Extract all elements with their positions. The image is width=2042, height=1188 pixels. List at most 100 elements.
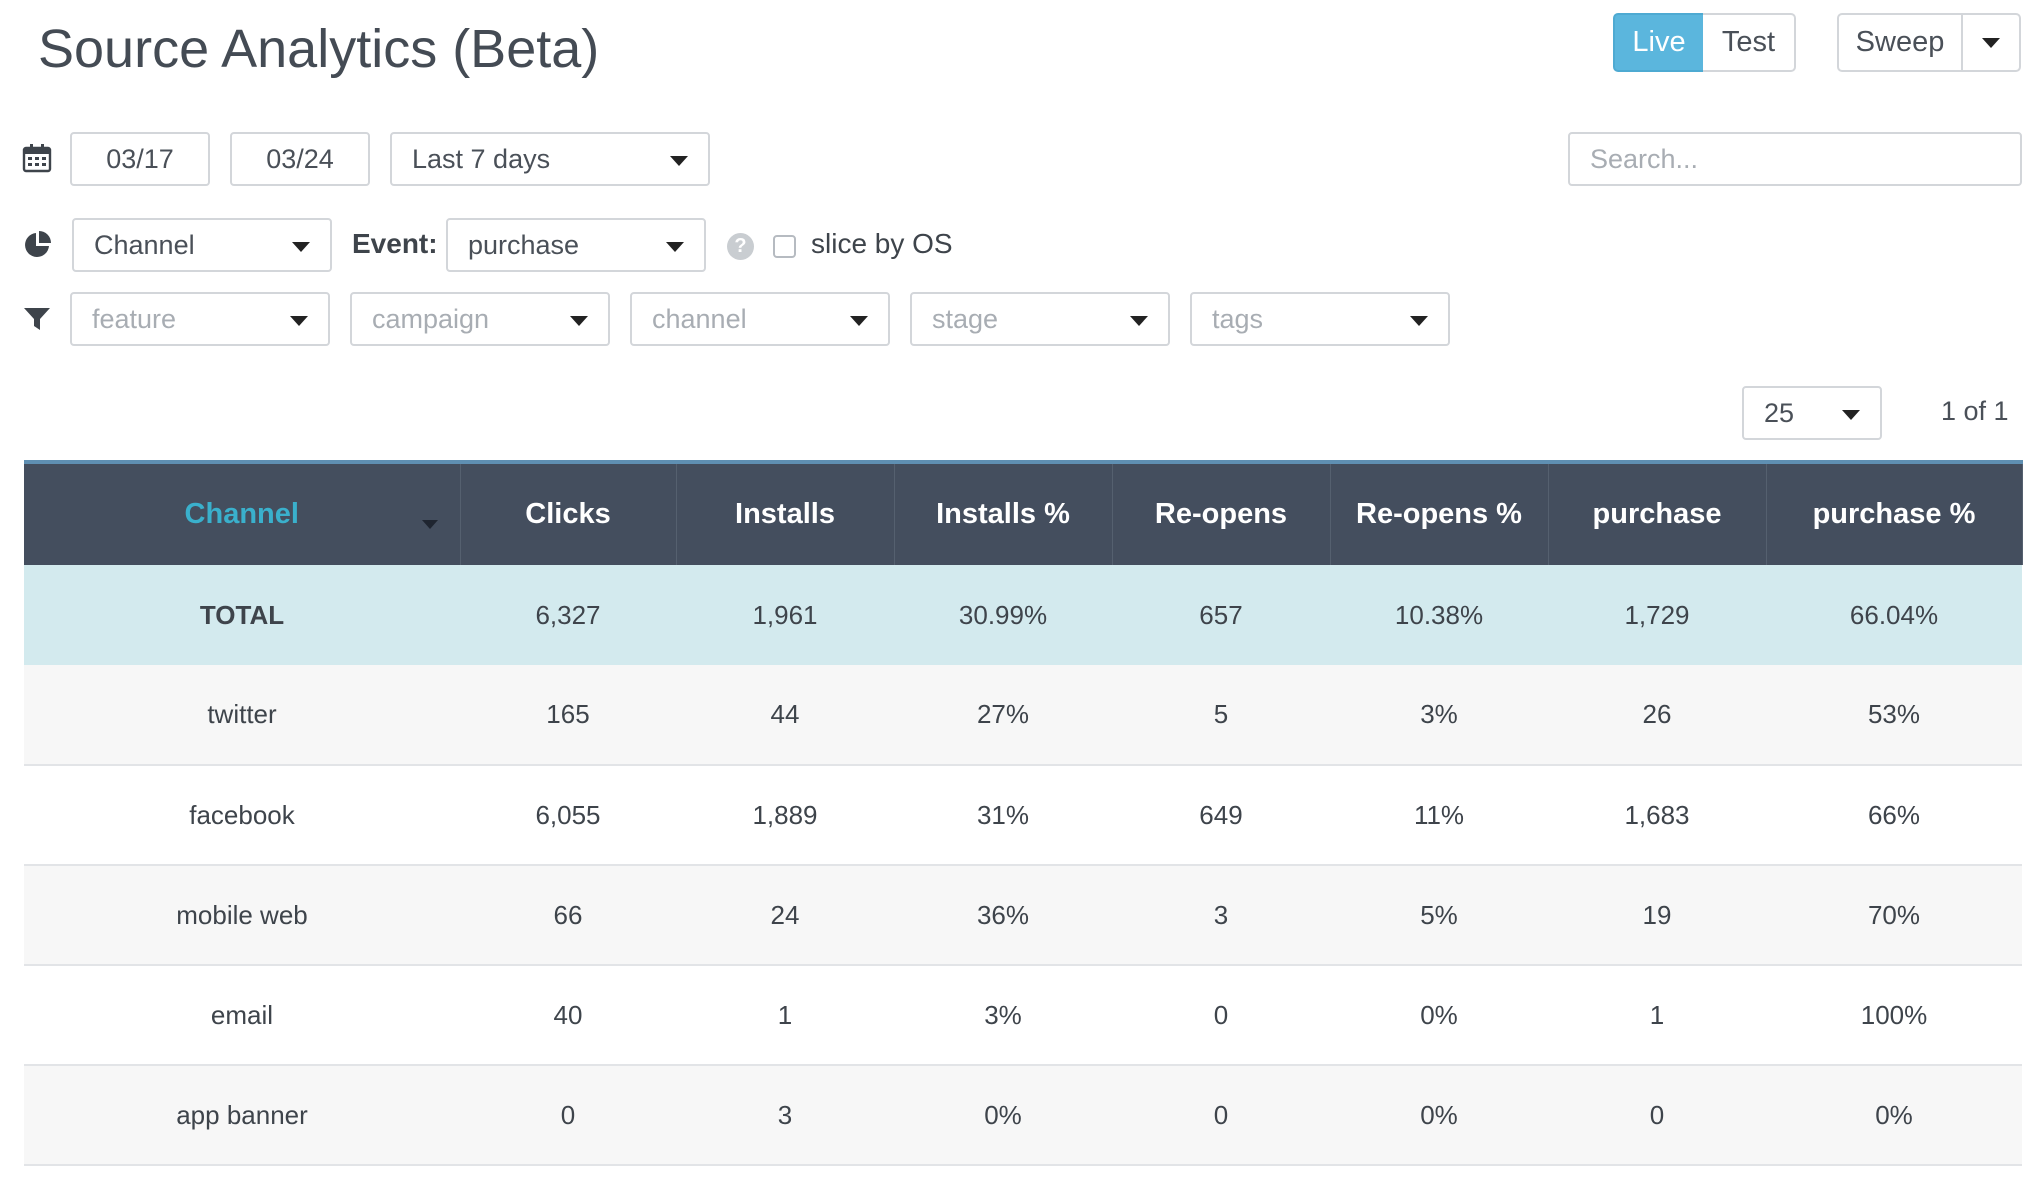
table-cell: email [24,965,460,1066]
stage-filter-placeholder: stage [932,303,999,334]
table-cell: 3 [1112,865,1330,966]
sweep-button[interactable]: Sweep [1837,13,1963,72]
table-cell: 3% [894,965,1112,1066]
table-cell: 1,683 [1548,765,1766,866]
table-cell: 649 [1112,765,1330,866]
sort-caret-icon[interactable] [421,520,438,529]
page-info: 1 of 1 [1941,396,2009,426]
slice-by-os-label[interactable]: slice by OS [811,228,953,260]
tags-filter-select[interactable]: tags [1190,292,1450,346]
test-mode-button[interactable]: Test [1703,13,1796,72]
table-cell: 66.04% [1849,599,1939,630]
event-label: Event: [352,228,438,259]
caret-down-icon [1842,410,1860,420]
table-cell: 70% [1766,865,2022,966]
feature-filter-select[interactable]: feature [70,292,330,346]
column-header-channel[interactable]: Channel [24,462,461,565]
table-cell: 5 [1112,665,1330,766]
column-header-installs[interactable]: Installs [676,462,895,565]
table-cell: 0 [1112,965,1330,1066]
table-cell: 0 [1548,1065,1766,1166]
column-header-purchase-pct[interactable]: purchase % [1766,462,2023,565]
table-cell: 0% [1766,1065,2022,1166]
table-row: app banner 0 3 0% 0 0% 0 0% [24,1065,2022,1166]
date-preset-select[interactable]: Last 7 days [390,132,710,186]
table-row: email 40 1 3% 0 0% 1 100% [24,965,2022,1066]
campaign-filter-placeholder: campaign [372,303,490,334]
table-cell: 100% [1766,965,2022,1066]
table-cell: 3% [1330,665,1548,766]
channel-filter-select[interactable]: channel [630,292,890,346]
table-cell: 31% [894,765,1112,866]
slice-dimension-select[interactable]: Channel [72,218,332,272]
tags-filter-placeholder: tags [1212,303,1264,334]
table-cell: 36% [894,865,1112,966]
table-cell: 5% [1330,865,1548,966]
table-cell: 0 [460,1065,676,1166]
table-total-row: TOTAL 6,327 1,961 30.99% 657 10.38% 1,72… [24,565,2022,665]
caret-down-icon [570,316,588,326]
analytics-table: Channel Clicks Installs Installs % Re-op… [24,460,2023,1166]
caret-down-icon [666,242,684,252]
end-date-input[interactable]: 03/24 [230,132,370,186]
table-cell: 66% [1766,765,2022,866]
table-cell: app banner [24,1065,460,1166]
table-row: twitter 165 44 27% 5 3% 26 53% [24,665,2022,766]
date-preset-value: Last 7 days [412,143,551,174]
caret-down-icon [670,156,688,166]
calendar-icon [22,144,52,173]
question-circle-icon[interactable]: ? [727,233,754,260]
caret-down-icon [292,242,310,252]
table-cell: mobile web [24,865,460,966]
column-header-reopens-pct[interactable]: Re-opens % [1330,462,1549,565]
pie-chart-icon [25,231,51,257]
page-size-select[interactable]: 25 [1742,386,1882,440]
table-cell: 1,889 [676,765,894,866]
table-cell: 6,327 [535,599,601,630]
filter-icon [24,308,50,330]
page-size-value: 25 [1764,397,1795,428]
column-header-reopens[interactable]: Re-opens [1112,462,1331,565]
table-cell: TOTAL [199,599,285,630]
table-cell: 6,055 [460,765,676,866]
caret-down-icon [1130,316,1148,326]
table-cell: 11% [1330,765,1548,866]
table-cell: 30.99% [958,599,1048,630]
table-cell: 1 [676,965,894,1066]
table-cell: 26 [1548,665,1766,766]
table-cell: 66 [460,865,676,966]
table-cell: 19 [1548,865,1766,966]
table-cell: 3 [676,1065,894,1166]
table-header-row: Channel Clicks Installs Installs % Re-op… [24,462,2023,565]
column-header-purchase[interactable]: purchase [1548,462,1767,565]
table-cell: 657 [1199,599,1243,630]
stage-filter-select[interactable]: stage [910,292,1170,346]
table-cell: 40 [460,965,676,1066]
table-cell: 0% [894,1065,1112,1166]
caret-down-icon [1410,316,1428,326]
table-cell: 0% [1330,965,1548,1066]
column-header-clicks[interactable]: Clicks [460,462,677,565]
event-select[interactable]: purchase [446,218,706,272]
table-cell: 1,729 [1624,599,1690,630]
caret-down-icon [290,316,308,326]
table-cell: twitter [24,665,460,766]
table-cell: 1,961 [752,599,818,630]
channel-filter-placeholder: channel [652,303,747,334]
start-date-input[interactable]: 03/17 [70,132,210,186]
column-header-installs-pct[interactable]: Installs % [894,462,1113,565]
table-cell: 10.38% [1394,599,1484,630]
event-value: purchase [468,229,580,260]
slice-by-os-checkbox[interactable] [773,235,796,258]
table-cell: 27% [894,665,1112,766]
sweep-dropdown-toggle[interactable] [1961,13,2021,72]
live-mode-button[interactable]: Live [1613,13,1705,72]
slice-dimension-value: Channel [94,229,195,260]
search-input[interactable]: Search... [1568,132,2022,186]
page-title: Source Analytics (Beta) [38,19,600,79]
table-cell: 53% [1766,665,2022,766]
campaign-filter-select[interactable]: campaign [350,292,610,346]
table-row: mobile web 66 24 36% 3 5% 19 70% [24,865,2022,966]
feature-filter-placeholder: feature [92,303,177,334]
caret-down-icon [1982,37,2000,48]
